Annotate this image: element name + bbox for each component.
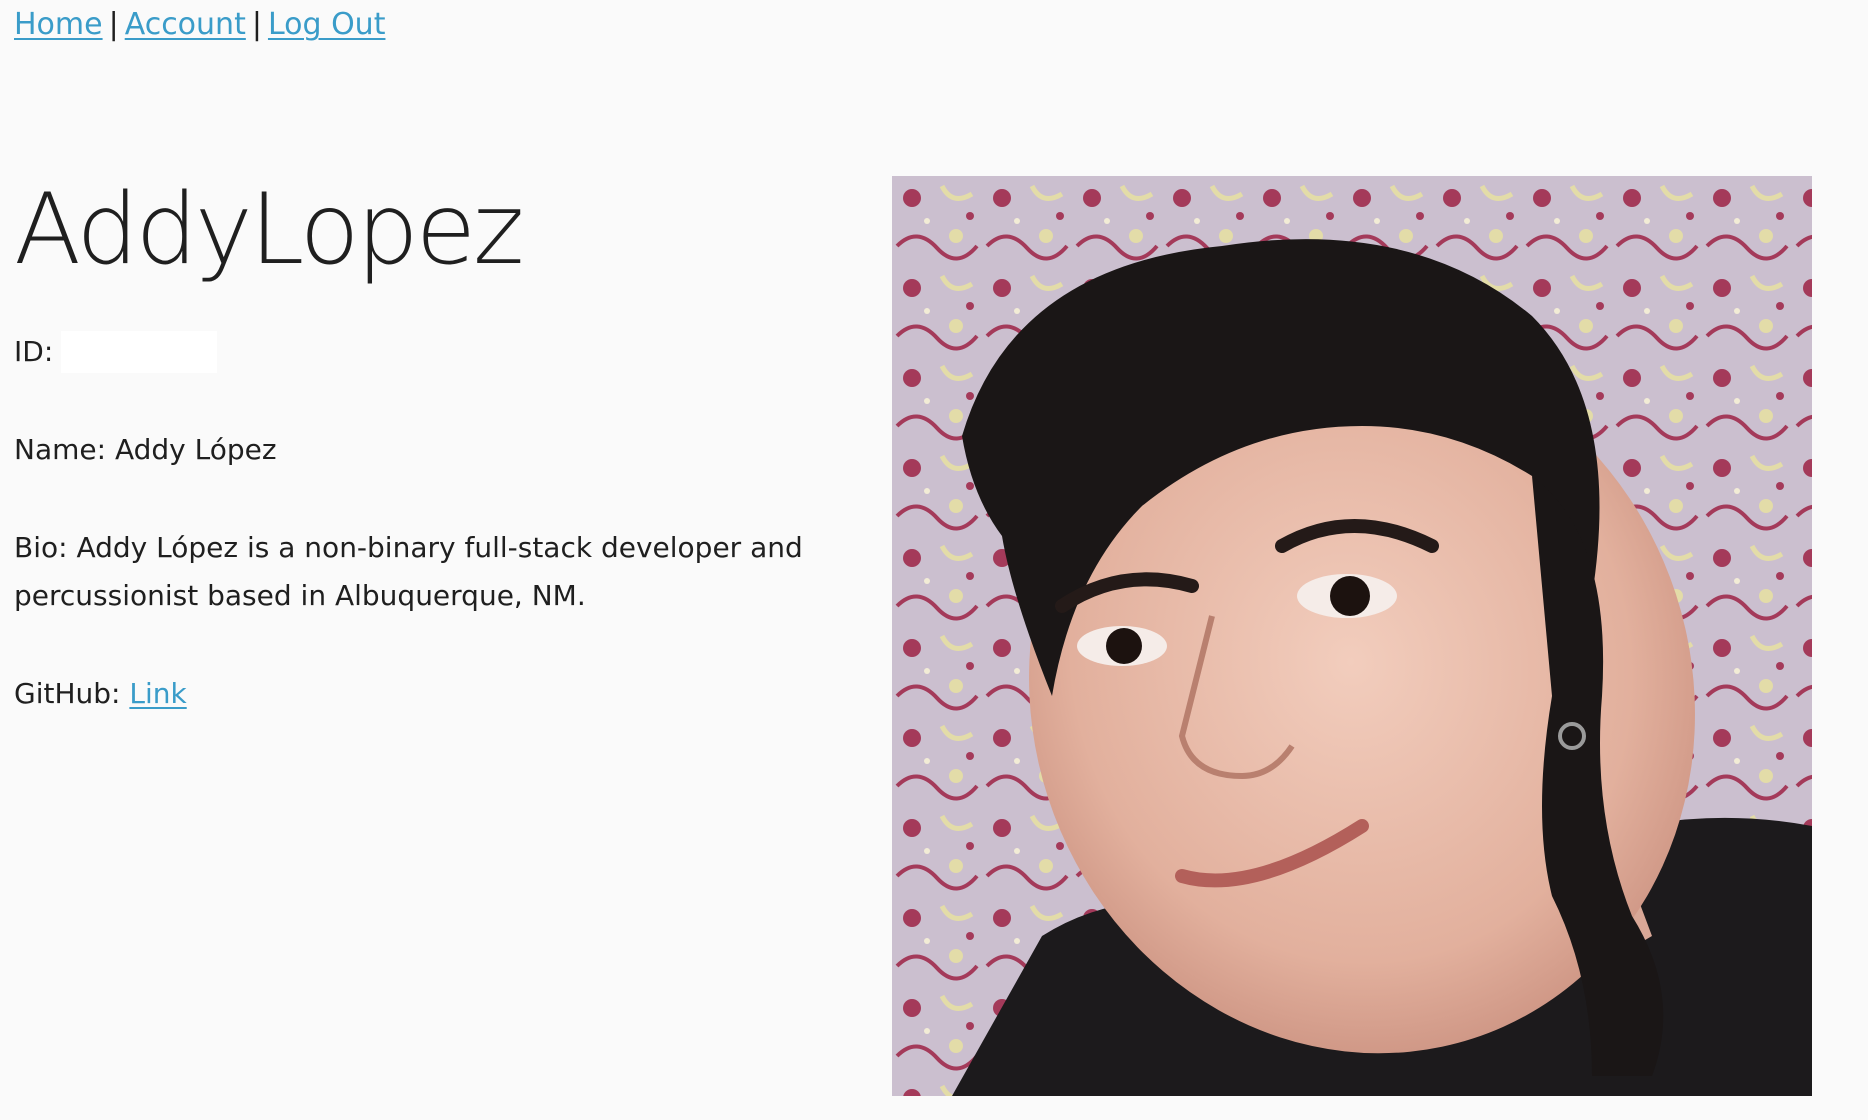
logout-link[interactable]: Log Out [268, 7, 386, 42]
nav-separator: | [108, 7, 119, 42]
profile-details: AddyLopez ID: Name: Addy López Bio: Addy… [14, 170, 854, 718]
id-label: ID: [14, 335, 54, 368]
nav-separator: | [251, 7, 262, 42]
profile-photo-illustration [892, 176, 1812, 1096]
home-link[interactable]: Home [14, 7, 103, 42]
name-value: Addy López [114, 433, 277, 466]
github-field: GitHub: Link [14, 670, 854, 718]
profile-photo [892, 176, 1812, 1096]
github-label: GitHub: [14, 677, 121, 710]
id-field: ID: [14, 328, 854, 376]
bio-value: Addy López is a non-binary full-stack de… [14, 531, 803, 612]
top-nav: Home | Account | Log Out [14, 4, 385, 46]
id-value-redacted [61, 331, 218, 373]
github-link[interactable]: Link [129, 677, 186, 710]
bio-label: Bio: [14, 531, 68, 564]
bio-field: Bio: Addy López is a non-binary full-sta… [14, 524, 854, 620]
name-label: Name: [14, 433, 107, 466]
page-title: AddyLopez [14, 173, 525, 287]
account-link[interactable]: Account [125, 7, 246, 42]
name-field: Name: Addy López [14, 426, 854, 474]
